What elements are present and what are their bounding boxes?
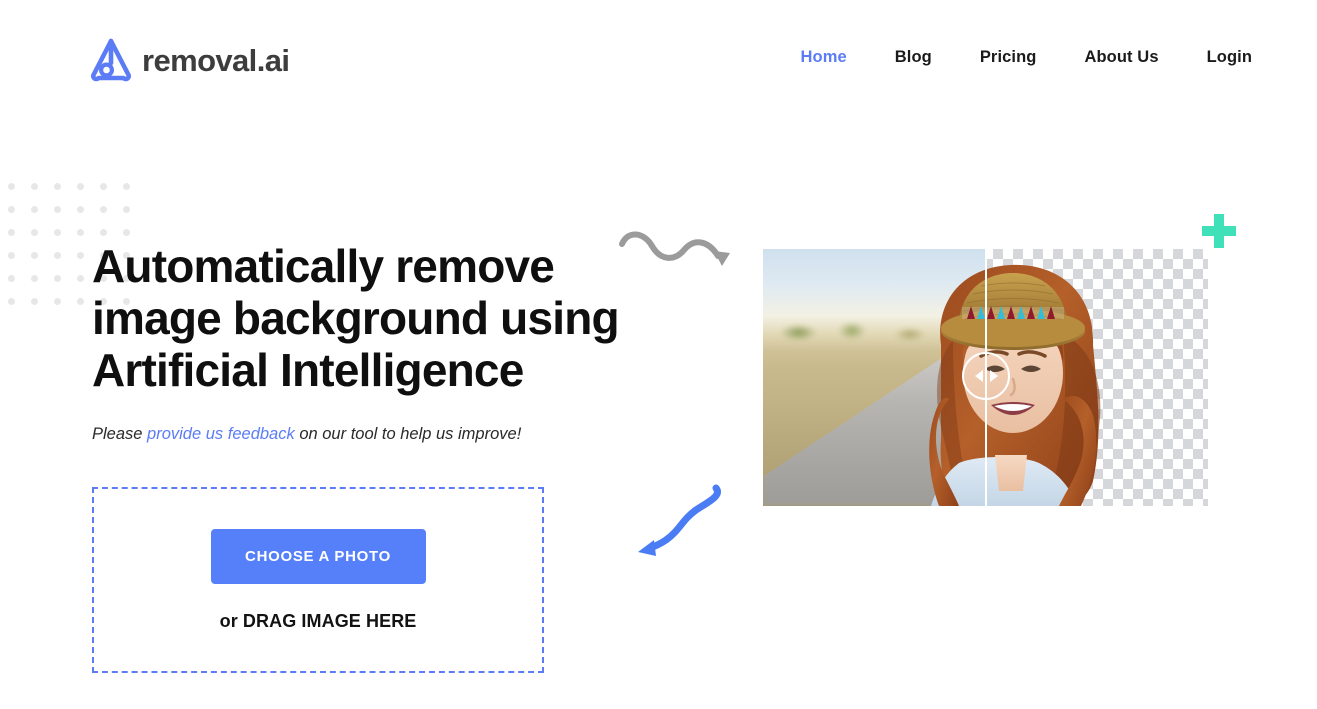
grid-dot (8, 275, 15, 282)
brand-name: removal.ai (142, 42, 290, 78)
nav-item-home[interactable]: Home (777, 46, 871, 68)
headline-line-2: image background using (92, 292, 620, 344)
wavy-arrow-right-icon (619, 231, 730, 266)
grid-dot (54, 275, 61, 282)
nav-item-pricing[interactable]: Pricing (956, 46, 1061, 68)
grid-dot (123, 229, 130, 236)
grid-dot (31, 252, 38, 259)
grid-dot (54, 183, 61, 190)
subtitle-prefix: Please (92, 425, 148, 443)
grid-dot (31, 298, 38, 305)
nav-item-login[interactable]: Login (1183, 46, 1257, 68)
chevron-right-icon (989, 370, 998, 382)
landing-page: removal.ai Home Blog Pricing About Us Lo… (0, 0, 1317, 709)
headline-line-1: Automatically remove (92, 240, 555, 292)
chevron-left-icon (974, 370, 983, 382)
grid-dot (77, 252, 84, 259)
before-after-comparison[interactable] (763, 249, 1208, 506)
main-navigation: Home Blog Pricing About Us Login (777, 46, 1257, 68)
site-header: removal.ai Home Blog Pricing About Us Lo… (0, 0, 1317, 115)
grid-dot (54, 206, 61, 213)
grid-dot (54, 252, 61, 259)
grid-dot (8, 252, 15, 259)
grid-dot (54, 298, 61, 305)
grid-dot (8, 206, 15, 213)
grid-dot (31, 183, 38, 190)
brand-logo[interactable]: removal.ai (88, 36, 290, 84)
grid-dot (77, 229, 84, 236)
grid-dot (31, 206, 38, 213)
removal-ai-logo-icon (90, 38, 132, 82)
grid-dot (77, 183, 84, 190)
subtitle-suffix: on our tool to help us improve! (294, 425, 522, 443)
grid-dot (77, 298, 84, 305)
grid-dot (100, 229, 107, 236)
nav-item-about-us[interactable]: About Us (1060, 46, 1182, 68)
grid-dot (8, 183, 15, 190)
grid-dot (77, 206, 84, 213)
feedback-subtitle: Please provide us feedback on our tool t… (92, 423, 712, 445)
curved-arrow-left-icon (638, 484, 721, 556)
image-dropzone[interactable]: CHOOSE A PHOTO or DRAG IMAGE HERE (92, 487, 544, 673)
grid-dot (31, 229, 38, 236)
grid-dot (54, 229, 61, 236)
grid-dot (8, 298, 15, 305)
grid-dot (31, 275, 38, 282)
choose-a-photo-button[interactable]: CHOOSE A PHOTO (210, 528, 426, 584)
slider-handle-icon[interactable] (962, 352, 1010, 400)
grid-dot (8, 229, 15, 236)
headline-line-3: Artificial Intelligence (92, 344, 524, 396)
plus-icon (1202, 214, 1236, 248)
nav-item-blog[interactable]: Blog (871, 46, 956, 68)
grid-dot (123, 206, 130, 213)
grid-dot (77, 275, 84, 282)
drag-image-here-label: or DRAG IMAGE HERE (219, 610, 417, 631)
grid-dot (123, 183, 130, 190)
grid-dot (100, 206, 107, 213)
feedback-link[interactable]: provide us feedback (147, 425, 295, 443)
grid-dot (100, 183, 107, 190)
